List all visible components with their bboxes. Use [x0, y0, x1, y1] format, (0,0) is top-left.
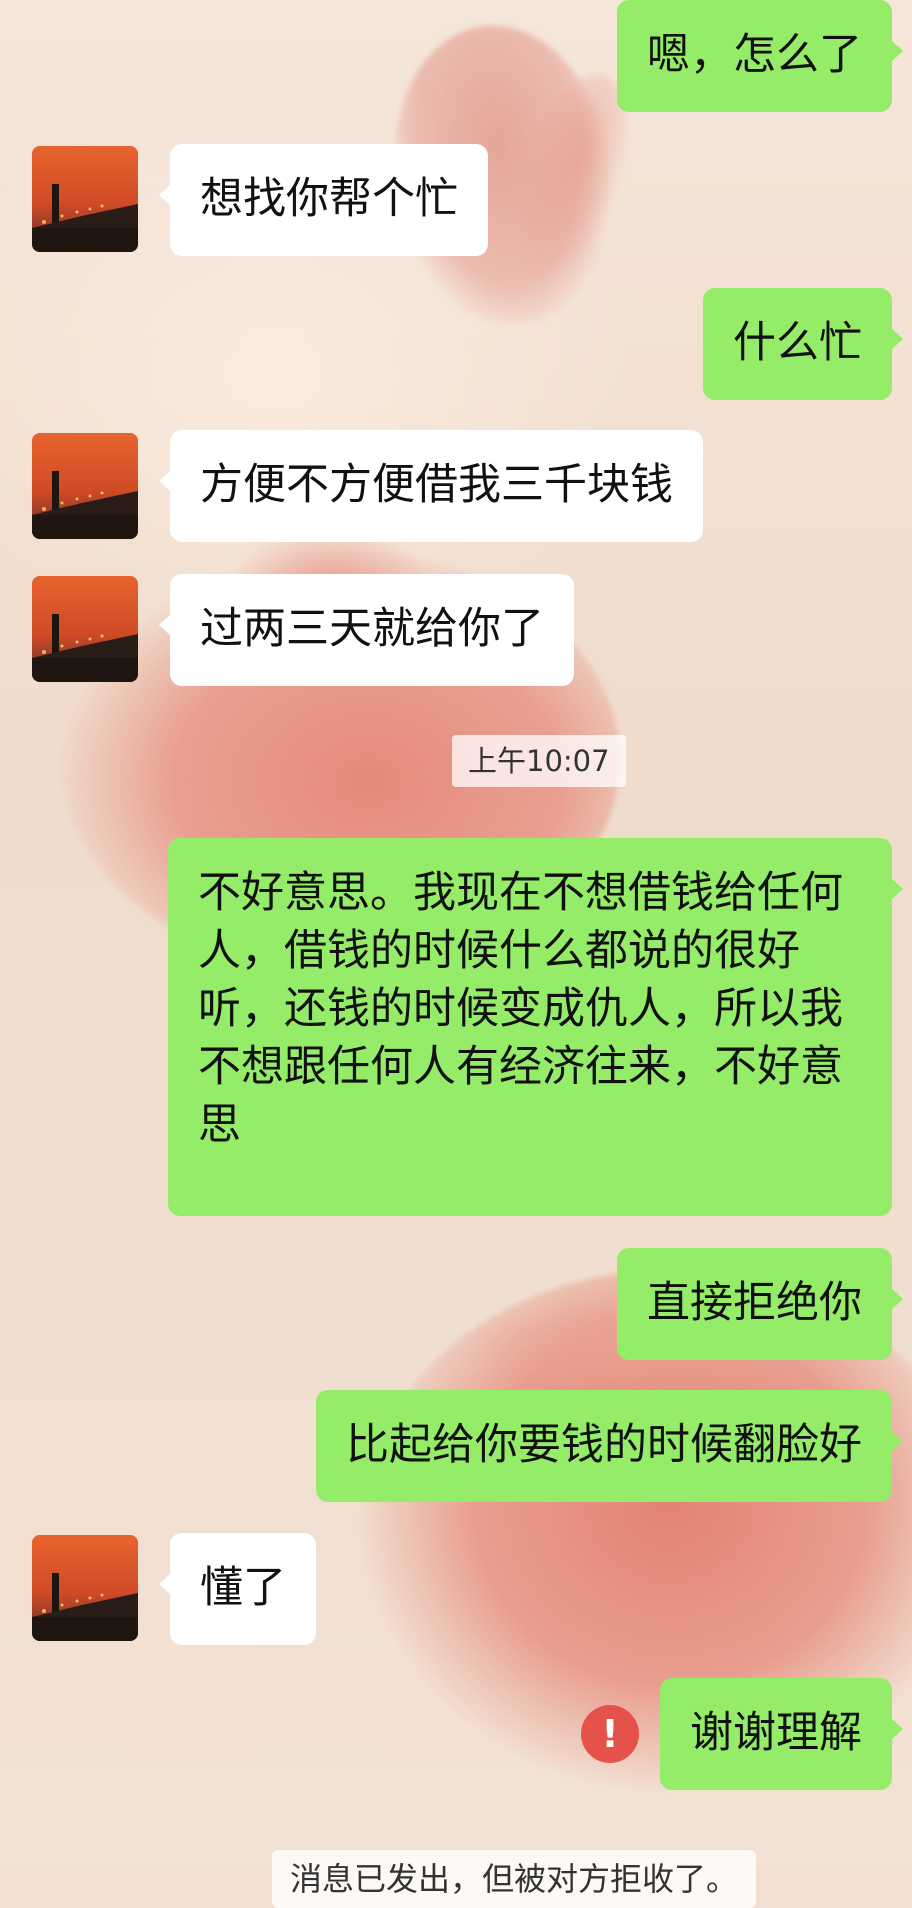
send-failed-icon[interactable]: !	[581, 1705, 639, 1763]
chat-message-list[interactable]: 嗯，怎么了 想找你帮个忙 什么忙 方便不方便借我三千块钱 过两三天就给你了 上午…	[0, 0, 912, 1908]
incoming-message-bubble[interactable]: 想找你帮个忙	[159, 144, 488, 256]
sunset-tower-icon	[32, 1535, 138, 1641]
incoming-message-bubble[interactable]: 方便不方便借我三千块钱	[159, 430, 703, 542]
outgoing-message-bubble[interactable]: 直接拒绝你	[617, 1248, 903, 1360]
outgoing-message-bubble[interactable]: 嗯，怎么了	[617, 0, 903, 112]
sunset-tower-icon	[32, 576, 138, 682]
message-text: 谢谢理解	[690, 1708, 862, 1758]
outgoing-message-bubble[interactable]: 什么忙	[703, 288, 903, 400]
rejected-notice: 消息已发出，但被对方拒收了。	[272, 1850, 757, 1908]
contact-avatar[interactable]	[32, 433, 138, 539]
message-text: 想找你帮个忙	[200, 174, 458, 224]
message-text: 嗯，怎么了	[647, 30, 862, 80]
incoming-message-bubble[interactable]: 懂了	[159, 1533, 316, 1645]
contact-avatar[interactable]	[32, 1535, 138, 1641]
outgoing-message-bubble[interactable]: 不好意思。我现在不想借钱给任何人，借钱的时候什么都说的很好听，还钱的时候变成仇人…	[168, 838, 903, 1216]
sunset-tower-icon	[32, 146, 138, 252]
message-text: 直接拒绝你	[647, 1278, 862, 1328]
message-text: 什么忙	[733, 318, 862, 368]
sunset-tower-icon	[32, 433, 138, 539]
message-text: 过两三天就给你了	[200, 604, 544, 654]
message-text: 方便不方便借我三千块钱	[200, 460, 673, 510]
outgoing-message-bubble[interactable]: 比起给你要钱的时候翻脸好	[316, 1390, 903, 1502]
message-text: 比起给你要钱的时候翻脸好	[346, 1420, 862, 1470]
message-timestamp: 上午10:07	[452, 735, 626, 787]
message-text: 不好意思。我现在不想借钱给任何人，借钱的时候什么都说的很好听，还钱的时候变成仇人…	[198, 868, 843, 1150]
contact-avatar[interactable]	[32, 576, 138, 682]
contact-avatar[interactable]	[32, 146, 138, 252]
outgoing-message-bubble[interactable]: 谢谢理解	[660, 1678, 903, 1790]
incoming-message-bubble[interactable]: 过两三天就给你了	[159, 574, 574, 686]
message-text: 懂了	[200, 1563, 286, 1613]
